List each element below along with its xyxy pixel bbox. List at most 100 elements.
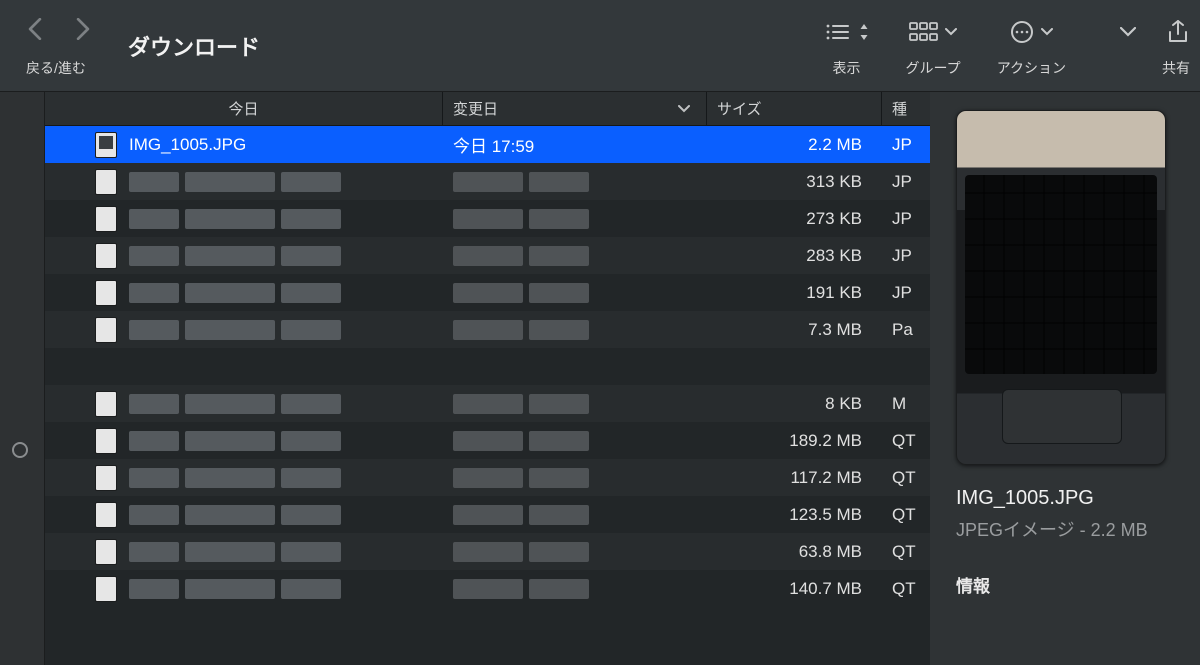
cell-name: IMG_1005.JPG (45, 132, 443, 158)
cell-size: 63.8 MB (707, 542, 882, 562)
cell-kind: JP (882, 209, 930, 229)
cell-date (443, 246, 707, 266)
column-headers: 今日 変更日 サイズ 種 (45, 92, 930, 126)
window-title: ダウンロード (128, 30, 260, 62)
col-name[interactable]: 今日 (45, 92, 443, 125)
view-group: 表示 (806, 0, 888, 91)
col-size-label: サイズ (717, 98, 762, 119)
cell-date (443, 172, 707, 192)
cell-size: 273 KB (707, 209, 882, 229)
cell-name (45, 280, 443, 306)
share-button[interactable] (1166, 19, 1190, 45)
table-row[interactable]: 140.7 MBQT (45, 570, 930, 607)
preview-panel: IMG_1005.JPG JPEGイメージ - 2.2 MB 情報 (930, 92, 1200, 665)
view-label: 表示 (833, 58, 861, 86)
cell-size: 123.5 MB (707, 505, 882, 525)
cell-size: 117.2 MB (707, 468, 882, 488)
cell-date (443, 542, 707, 562)
sidebar-gutter (0, 92, 45, 665)
tag-circle-icon[interactable] (12, 442, 28, 458)
table-row[interactable]: 283 KBJP (45, 237, 930, 274)
cell-date (443, 505, 707, 525)
preview-subtitle: JPEGイメージ - 2.2 MB (956, 516, 1200, 542)
sort-desc-icon (678, 102, 696, 116)
cell-size: 2.2 MB (707, 135, 882, 155)
cell-name (45, 576, 443, 602)
cell-name (45, 539, 443, 565)
cell-name (45, 428, 443, 454)
view-mode-button[interactable] (824, 21, 870, 43)
overflow-group: 共有 (1084, 0, 1190, 91)
cell-size: 189.2 MB (707, 431, 882, 451)
file-icon (95, 132, 117, 158)
table-row[interactable]: IMG_1005.JPG今日 17:592.2 MBJP (45, 126, 930, 163)
cell-kind: QT (882, 542, 930, 562)
cell-kind: JP (882, 135, 930, 155)
cell-date: 今日 17:59 (443, 132, 707, 157)
cell-kind: QT (882, 505, 930, 525)
up-down-caret-icon (858, 21, 870, 43)
table-row[interactable]: 117.2 MBQT (45, 459, 930, 496)
group-button[interactable] (909, 21, 957, 43)
cell-size: 8 KB (707, 394, 882, 414)
nav-label: 戻る/進む (26, 58, 86, 86)
preview-filename: IMG_1005.JPG (956, 487, 1200, 510)
main-area: 今日 変更日 サイズ 種 IMG_1005.JPG今日 17:592.2 MBJ… (0, 92, 1200, 665)
table-row[interactable]: 313 KBJP (45, 163, 930, 200)
cell-name (45, 391, 443, 417)
preview-section-info: 情報 (956, 572, 1200, 597)
action-group: アクション (979, 0, 1084, 91)
cell-kind: QT (882, 431, 930, 451)
action-button[interactable] (1009, 19, 1053, 45)
back-button[interactable] (26, 18, 44, 46)
col-kind[interactable]: 種 (882, 92, 930, 125)
table-row[interactable]: 273 KBJP (45, 200, 930, 237)
share-label: 共有 (1162, 58, 1190, 86)
rows-container: IMG_1005.JPG今日 17:592.2 MBJP313 KBJP273 … (45, 126, 930, 665)
overflow-chevron[interactable] (1120, 27, 1136, 37)
forward-button[interactable] (74, 18, 92, 46)
table-row[interactable]: 189.2 MBQT (45, 422, 930, 459)
cell-date (443, 209, 707, 229)
cell-size: 313 KB (707, 172, 882, 192)
cell-date (443, 320, 707, 340)
table-row[interactable]: 8 KBM (45, 385, 930, 422)
cell-kind: QT (882, 579, 930, 599)
table-row[interactable]: 63.8 MBQT (45, 533, 930, 570)
cell-kind: Pa (882, 320, 930, 340)
table-row[interactable]: 191 KBJP (45, 274, 930, 311)
col-name-label: 今日 (228, 98, 258, 119)
cell-kind: JP (882, 172, 930, 192)
cell-name (45, 169, 443, 195)
cell-date (443, 468, 707, 488)
cell-name (45, 502, 443, 528)
cell-name (45, 317, 443, 343)
table-row[interactable] (45, 348, 930, 385)
chevron-down-icon (1041, 28, 1053, 36)
col-date[interactable]: 変更日 (443, 92, 707, 125)
cell-kind: M (882, 394, 930, 414)
cell-name (45, 243, 443, 269)
table-row[interactable]: 7.3 MBPa (45, 311, 930, 348)
cell-kind: JP (882, 246, 930, 266)
cell-date (443, 283, 707, 303)
table-row[interactable]: 123.5 MBQT (45, 496, 930, 533)
cell-size: 7.3 MB (707, 320, 882, 340)
cell-date (443, 579, 707, 599)
preview-thumbnail[interactable] (956, 110, 1166, 465)
cell-date (443, 394, 707, 414)
group-label: グループ (906, 58, 961, 86)
file-list: 今日 変更日 サイズ 種 IMG_1005.JPG今日 17:592.2 MBJ… (45, 92, 930, 665)
toolbar: 戻る/進む ダウンロード 表示 (0, 0, 1200, 92)
title-block: ダウンロード (110, 0, 270, 91)
cell-name (45, 465, 443, 491)
col-size[interactable]: サイズ (707, 92, 882, 125)
cell-kind: QT (882, 468, 930, 488)
cell-kind: JP (882, 283, 930, 303)
cell-size: 191 KB (707, 283, 882, 303)
cell-size: 283 KB (707, 246, 882, 266)
cell-name (45, 206, 443, 232)
action-label: アクション (997, 58, 1066, 86)
col-kind-label: 種 (892, 98, 907, 119)
group-group: グループ (888, 0, 979, 91)
